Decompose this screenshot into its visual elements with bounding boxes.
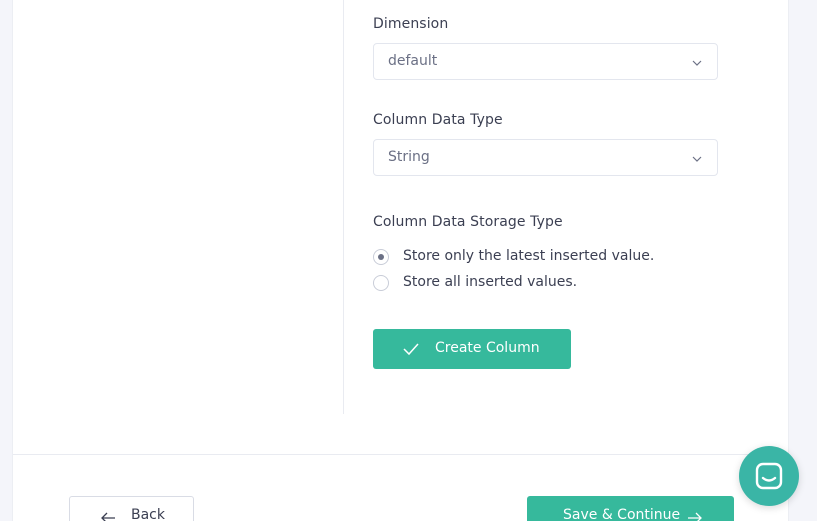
chat-launcher-button[interactable]: [739, 446, 799, 506]
save-continue-button[interactable]: Save & Continue: [527, 496, 734, 521]
chevron-down-icon: [692, 156, 702, 162]
storage-option-latest-label: Store only the latest inserted value.: [403, 248, 655, 264]
chevron-down-icon: [692, 60, 702, 66]
dimension-label: Dimension: [373, 16, 449, 32]
storage-option-latest-radio[interactable]: [373, 249, 389, 265]
create-column-button[interactable]: Create Column: [373, 329, 571, 369]
footer-divider: [13, 454, 788, 455]
back-button-label: Back: [131, 507, 165, 521]
vertical-divider: [343, 0, 344, 414]
column-data-type-select[interactable]: String: [373, 139, 718, 176]
form-card: Dimension default Column Data Type Strin…: [12, 0, 789, 521]
column-data-type-select-value: String: [388, 149, 430, 165]
dimension-select[interactable]: default: [373, 43, 718, 80]
column-data-type-label: Column Data Type: [373, 112, 503, 128]
arrow-right-icon: [688, 512, 702, 521]
dimension-select-value: default: [388, 53, 438, 69]
create-column-button-label: Create Column: [435, 340, 540, 356]
check-icon: [403, 343, 419, 356]
chat-icon: [755, 462, 783, 490]
column-data-storage-type-label: Column Data Storage Type: [373, 214, 563, 230]
storage-option-all-label: Store all inserted values.: [403, 274, 578, 290]
storage-option-all-radio[interactable]: [373, 275, 389, 291]
arrow-left-icon: [101, 512, 115, 521]
back-button[interactable]: Back: [69, 496, 194, 521]
save-continue-button-label: Save & Continue: [563, 507, 681, 521]
